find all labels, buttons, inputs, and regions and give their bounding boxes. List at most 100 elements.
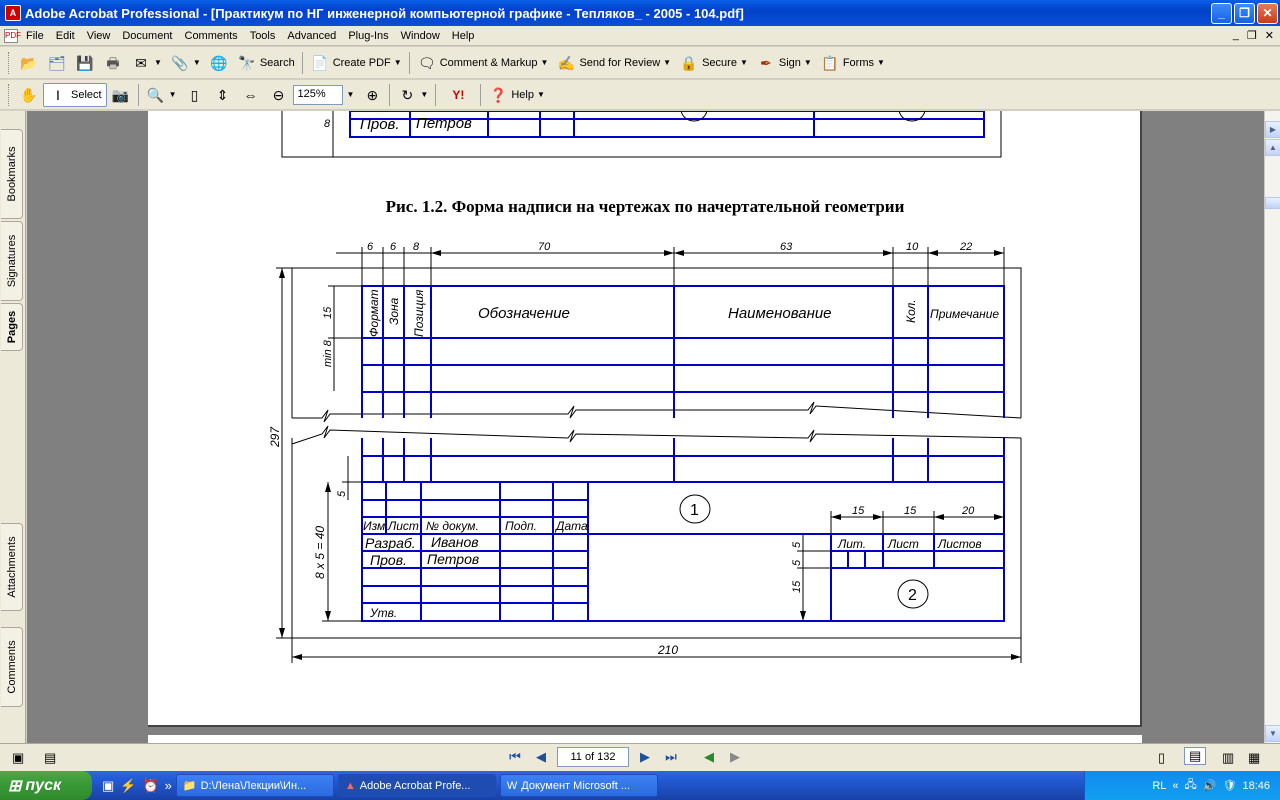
go-forward-icon[interactable]: ▶ [725,747,745,767]
doc-restore-icon[interactable]: ❐ [1247,29,1257,42]
network-icon[interactable]: 🖧 [1185,776,1197,795]
menu-tools[interactable]: Tools [244,30,282,42]
help-button[interactable]: ❓ Help ▼ [484,83,549,107]
scroll-split-icon[interactable]: ▶ [1265,121,1280,138]
toolbar-grip[interactable] [8,51,11,74]
forms-button[interactable]: 📋 Forms ▼ [816,51,889,75]
tab-attachments[interactable]: Attachments [1,523,23,611]
secure-button[interactable]: 🔒 Secure ▼ [675,51,752,75]
quicklaunch-more-icon[interactable]: » [165,778,172,794]
facing-icon[interactable]: ▥ [1222,750,1234,766]
system-tray: RL « 🖧 🔊 🛡 18:46 [1084,771,1280,800]
menu-comments[interactable]: Comments [179,30,244,42]
organizer-button[interactable]: 🗂 [43,51,71,75]
tray-expand-icon[interactable]: « [1172,780,1178,792]
zoom-level-field[interactable]: 125% [292,84,343,105]
menu-window[interactable]: Window [395,30,446,42]
dropdown-arrow-icon[interactable]: ▼ [537,90,545,99]
layout-icon[interactable]: ▣ [12,750,24,766]
yahoo-button[interactable]: Y! [439,83,477,107]
tab-comments[interactable]: Comments [1,627,23,707]
continuous-facing-icon[interactable]: ▦ [1248,750,1260,766]
previous-page-icon[interactable]: ◀ [531,747,551,767]
menu-advanced[interactable]: Advanced [281,30,342,42]
web-button[interactable]: 🌐 [205,51,233,75]
top-prov-text: Пров. [360,116,400,133]
drawing-lines [276,111,1022,663]
search-button[interactable]: 🔭 Search [233,51,299,75]
help-label: Help [511,88,534,101]
zoom-out-button[interactable]: ⊖ [265,83,293,107]
quicklaunch-clock-icon[interactable]: ⏰ [142,778,158,794]
snapshot-button[interactable]: 📷 [107,83,135,107]
tab-pages[interactable]: Pages [1,303,23,351]
dropdown-arrow-icon[interactable]: ▼ [804,58,812,67]
actual-size-button[interactable]: ▯ [181,83,209,107]
menu-plugins[interactable]: Plug-Ins [342,30,394,42]
close-button[interactable]: ✕ [1257,2,1278,24]
doc-close-icon[interactable]: ✕ [1265,29,1274,42]
menu-edit[interactable]: Edit [50,30,81,42]
quicklaunch-app-icon[interactable]: ▣ [102,778,114,794]
menu-document[interactable]: Document [116,30,178,42]
zoom-dropdown-icon[interactable]: ▼ [347,90,355,99]
language-indicator[interactable]: RL [1152,780,1166,792]
minimize-button[interactable]: _ [1211,2,1232,24]
volume-icon[interactable]: 🔊 [1203,779,1217,792]
open-button[interactable]: 📂 [15,51,43,75]
scroll-thumb[interactable] [1265,197,1280,209]
go-back-icon[interactable]: ◀ [699,747,719,767]
dropdown-arrow-icon[interactable]: ▼ [740,58,748,67]
dropdown-arrow-icon[interactable]: ▼ [541,58,549,67]
email-button[interactable]: ✉ ▼ [127,51,166,75]
dropdown-arrow-icon[interactable]: ▼ [663,58,671,67]
single-page-icon[interactable]: ▯ [1158,750,1165,766]
sign-button[interactable]: ✒ Sign ▼ [752,51,816,75]
fit-width-button[interactable]: ⇔ [237,83,265,107]
continuous-icon[interactable]: ▤ [1184,747,1207,765]
tab-signatures[interactable]: Signatures [1,221,23,301]
taskbar-item-word[interactable]: W Документ Microsoft ... [499,774,658,797]
print-button[interactable]: 🖶 [99,51,127,75]
restore-button[interactable]: ❐ [1234,2,1255,24]
zoom-in-tool-button[interactable]: 🔍 ▼ [142,83,181,107]
send-review-button[interactable]: ✍ Send for Review ▼ [552,51,675,75]
pdf-document-icon[interactable]: PDF [4,28,21,43]
zoom-in-button[interactable]: ⊕ [358,83,386,107]
start-button[interactable]: ⊞ пуск [0,771,92,800]
page-layout-icon[interactable]: ▤ [44,750,56,766]
first-page-icon[interactable]: ⏮ [505,747,525,767]
tab-bookmarks[interactable]: Bookmarks [1,129,23,219]
menu-view[interactable]: View [81,30,117,42]
dropdown-arrow-icon[interactable]: ▼ [420,90,428,99]
scroll-up-button[interactable]: ▲ [1265,139,1280,156]
document-view[interactable]: Пров. Петров 8 6 6 8 70 63 10 22 Формат … [27,111,1264,743]
fit-page-button[interactable]: ⇕ [209,83,237,107]
menu-file[interactable]: File [20,30,50,42]
select-tool-button[interactable]: I Select [43,82,107,107]
dropdown-arrow-icon[interactable]: ▼ [154,58,162,67]
create-pdf-button[interactable]: 📄 Create PDF ▼ [306,51,406,75]
dropdown-arrow-icon[interactable]: ▼ [877,58,885,67]
taskbar-item-acrobat[interactable]: ▲ Adobe Acrobat Profe... [337,774,496,797]
comment-markup-button[interactable]: 🗨 Comment & Markup ▼ [413,51,553,75]
scroll-down-button[interactable]: ▼ [1265,725,1280,742]
save-button[interactable]: 💾 [71,51,99,75]
last-page-icon[interactable]: ⏭ [661,747,681,767]
vertical-scrollbar[interactable]: ▶ ▲ ▼ [1264,111,1280,743]
toolbar-separator [137,83,139,106]
menu-help[interactable]: Help [446,30,481,42]
security-icon[interactable]: 🛡 [1223,779,1237,792]
taskbar-item-explorer[interactable]: 📁 D:\Лена\Лекции\Ин... [175,774,334,797]
page-number-field[interactable]: 11 of 132 [557,747,629,767]
doc-minimize-icon[interactable]: _ [1233,29,1239,42]
dropdown-arrow-icon[interactable]: ▼ [169,90,177,99]
dropdown-arrow-icon[interactable]: ▼ [193,58,201,67]
next-page-icon[interactable]: ▶ [635,747,655,767]
hand-tool-button[interactable]: ✋ [15,83,43,107]
toolbar-grip[interactable] [8,83,11,106]
attach-button[interactable]: 📎 ▼ [166,51,205,75]
quicklaunch-bolt-icon[interactable]: ⚡ [120,778,136,794]
rotate-button[interactable]: ↻ ▼ [393,83,432,107]
dropdown-arrow-icon[interactable]: ▼ [394,58,402,67]
